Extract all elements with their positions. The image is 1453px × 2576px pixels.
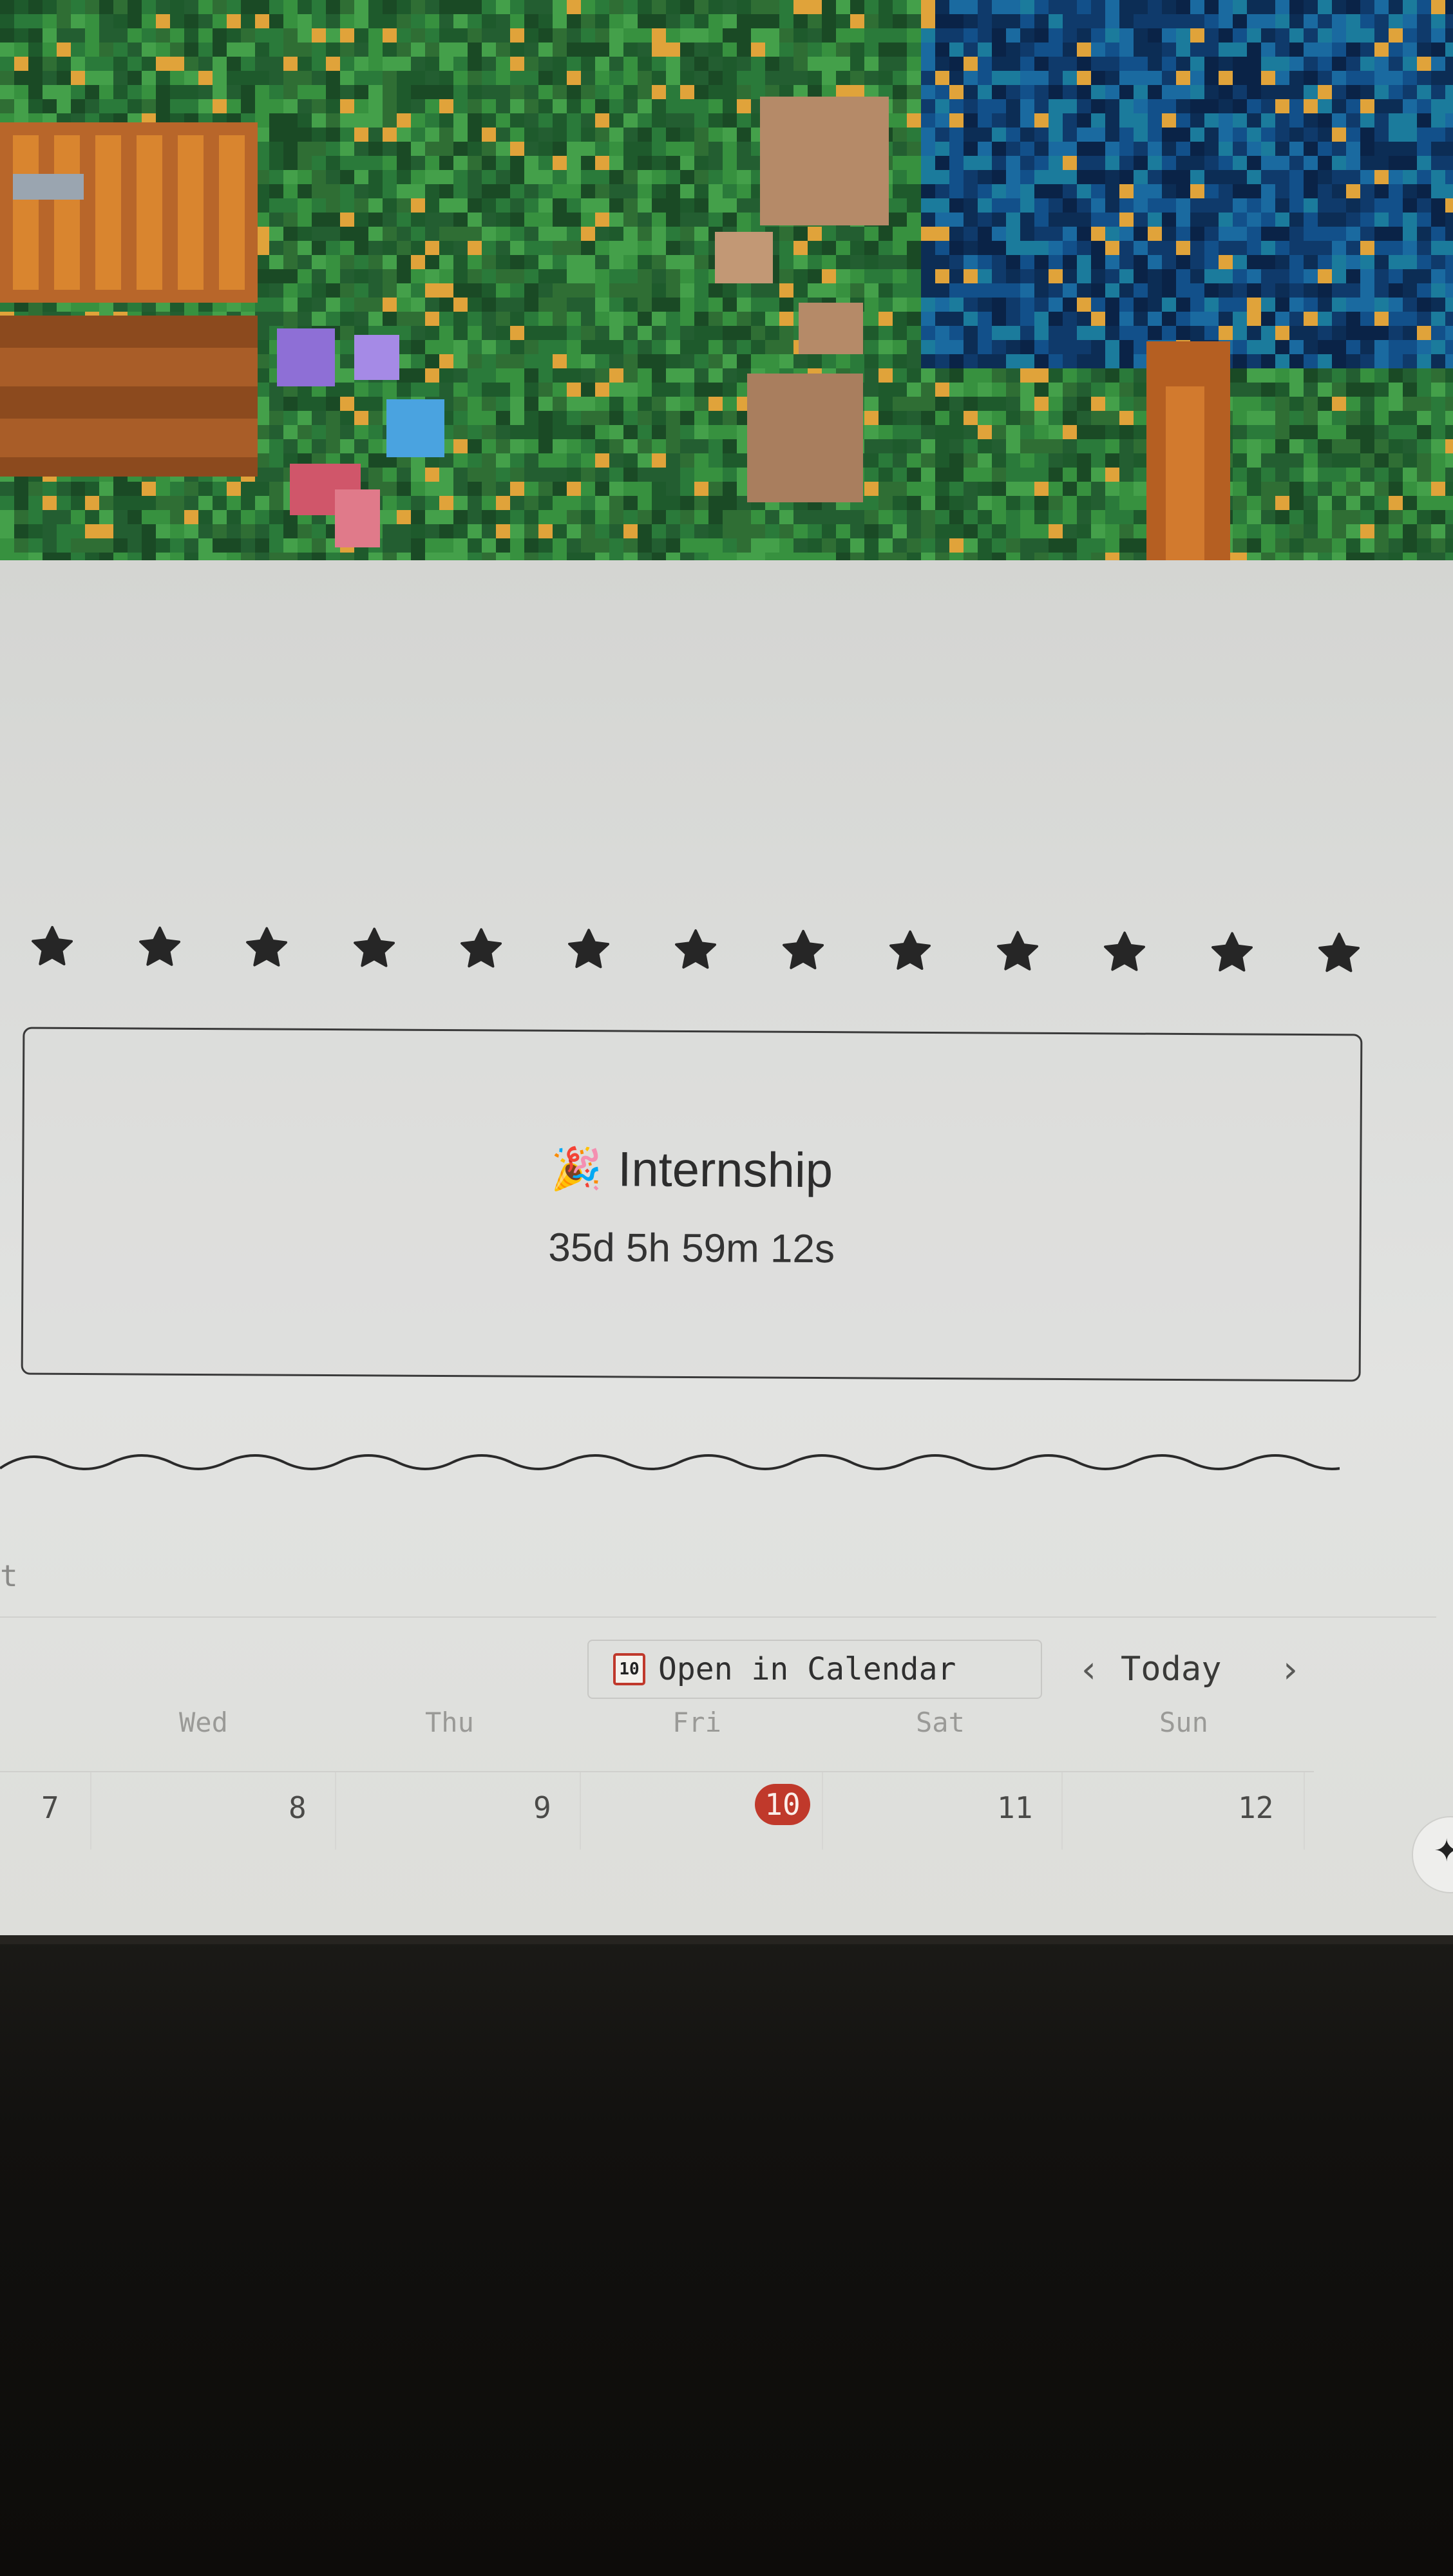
open-in-calendar-label: Open in Calendar xyxy=(658,1651,956,1687)
sparkle-icon: ✦ xyxy=(1434,1833,1453,1869)
star-icon xyxy=(1098,925,1151,978)
countdown-widget: 🎉 Internship 35d 5h 59m 12s xyxy=(21,1027,1363,1382)
chevron-left-icon[interactable]: ‹ xyxy=(1067,1640,1112,1699)
chevron-right-icon[interactable]: › xyxy=(1268,1640,1313,1699)
weekday-label: Sun xyxy=(1159,1707,1208,1738)
calendar-column-divider xyxy=(580,1772,581,1850)
countdown-title: Internship xyxy=(618,1142,833,1198)
star-divider xyxy=(26,918,1365,983)
star-icon xyxy=(884,925,936,978)
star-icon xyxy=(669,923,722,976)
star-icon xyxy=(347,922,400,974)
calendar-column-divider xyxy=(1304,1772,1305,1850)
star-icon xyxy=(1313,927,1365,980)
calendar-toolbar-divider xyxy=(0,1616,1436,1618)
wavy-divider xyxy=(0,1454,1340,1470)
calendar-weekday-header: Wed Thu Fri Sat Sun xyxy=(0,1707,1314,1752)
weekday-label: Wed xyxy=(179,1707,228,1738)
page-cover-image xyxy=(0,0,1453,567)
laptop-bezel xyxy=(0,1935,1453,2576)
weekday-label: Fri xyxy=(672,1707,721,1738)
calendar-column-divider xyxy=(1061,1772,1063,1850)
star-icon xyxy=(26,920,79,973)
weekday-label: Thu xyxy=(425,1707,474,1738)
calendar-day-cell[interactable]: 9 xyxy=(533,1790,551,1825)
calendar-icon: 10 xyxy=(613,1653,645,1685)
party-popper-icon: 🎉 xyxy=(551,1145,603,1193)
star-icon xyxy=(133,920,185,973)
calendar-day-cell[interactable]: 7 xyxy=(41,1790,59,1825)
countdown-remaining: 35d 5h 59m 12s xyxy=(548,1225,835,1272)
calendar-week-row: 7 8 9 10 11 12 xyxy=(0,1771,1314,1850)
calendar-day-cell[interactable]: 12 xyxy=(1238,1790,1273,1825)
calendar-day-cell[interactable]: 8 xyxy=(289,1790,307,1825)
screen-bottom-edge xyxy=(0,1935,1453,1944)
calendar-header-partial: t xyxy=(0,1558,18,1593)
star-icon xyxy=(776,924,829,977)
weekday-label: Sat xyxy=(916,1707,965,1738)
star-icon xyxy=(1205,926,1258,979)
star-icon xyxy=(455,922,508,975)
countdown-title-row: 🎉 Internship xyxy=(24,1139,1360,1202)
calendar-column-divider xyxy=(90,1772,91,1850)
calendar-day-today[interactable]: 10 xyxy=(755,1784,810,1825)
open-in-calendar-button[interactable]: 10 Open in Calendar xyxy=(587,1640,1042,1699)
star-icon xyxy=(562,923,614,976)
notion-page: 🎉 Internship 35d 5h 59m 12s t 10 Open in… xyxy=(0,560,1453,1938)
calendar-day-cell[interactable]: 11 xyxy=(997,1790,1032,1825)
calendar-column-divider xyxy=(822,1772,823,1850)
calendar-column-divider xyxy=(335,1772,336,1850)
today-button[interactable]: Today xyxy=(1121,1640,1222,1699)
star-icon xyxy=(991,925,1043,978)
star-icon xyxy=(240,921,293,974)
